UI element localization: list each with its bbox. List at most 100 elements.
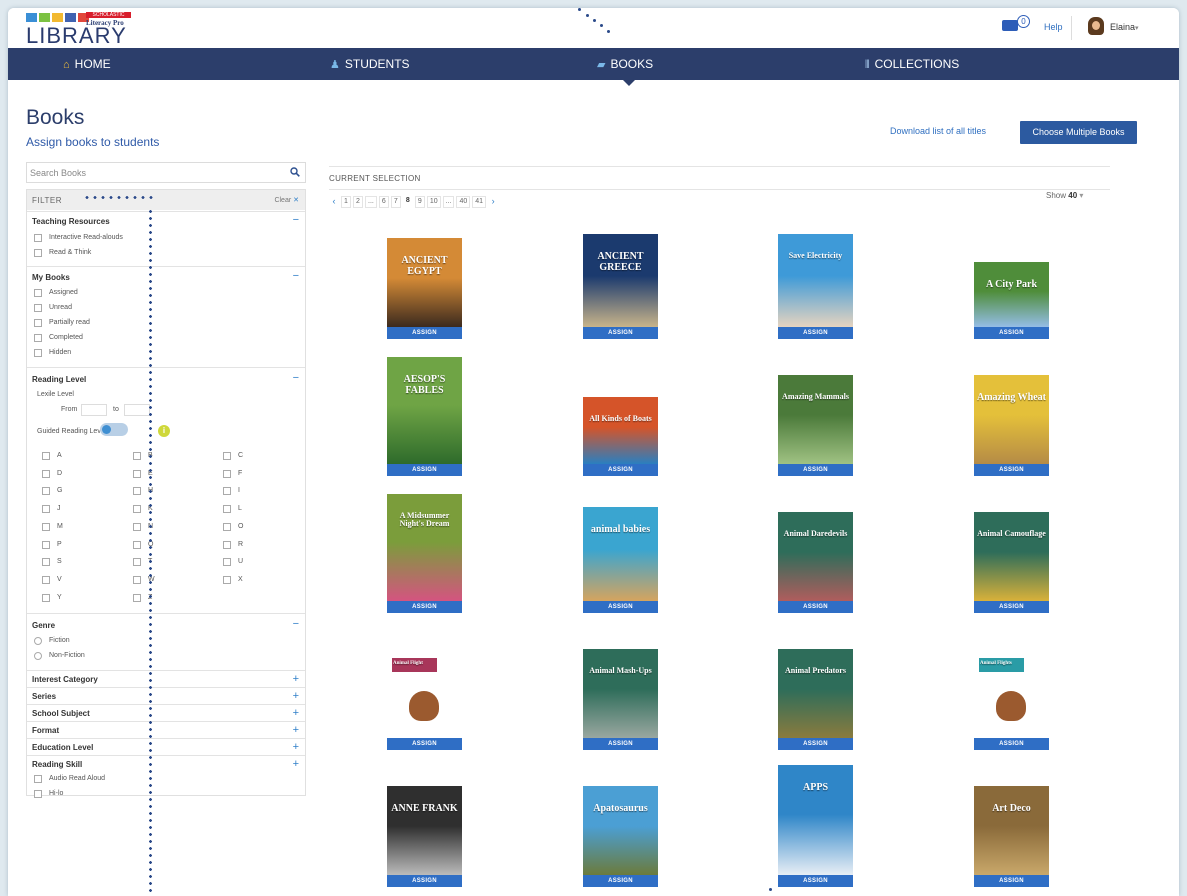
book-cover[interactable]: Art Deco bbox=[974, 786, 1049, 875]
checkbox-level-j[interactable] bbox=[42, 505, 50, 514]
book-cover[interactable]: ANCIENT GREECE bbox=[583, 234, 658, 327]
expand-icon[interactable]: + bbox=[293, 742, 299, 753]
book-card[interactable]: ANNE FRANK ASSIGN bbox=[387, 786, 462, 887]
help-link[interactable]: Help bbox=[1044, 22, 1063, 32]
nav-collections[interactable]: ⫴ COLLECTIONS bbox=[865, 48, 959, 80]
book-card[interactable]: Animal Camouflage ASSIGN bbox=[974, 512, 1049, 613]
assign-button[interactable]: ASSIGN bbox=[387, 464, 462, 476]
checkbox-level-w[interactable] bbox=[133, 575, 141, 584]
checkbox-level-r[interactable] bbox=[223, 540, 231, 549]
assign-button[interactable]: ASSIGN bbox=[974, 464, 1049, 476]
choose-multiple-books-button[interactable]: Choose Multiple Books bbox=[1020, 121, 1137, 144]
book-card[interactable]: Animal Flights ASSIGN bbox=[974, 655, 1049, 750]
checkbox-level-s[interactable] bbox=[42, 558, 50, 567]
checkbox-level-i[interactable] bbox=[223, 487, 231, 496]
checkbox-level-c[interactable] bbox=[223, 452, 231, 460]
checkbox-audio-read-aloud[interactable] bbox=[34, 775, 42, 783]
expand-icon[interactable]: + bbox=[293, 759, 299, 770]
book-cover[interactable]: Animal Predators bbox=[778, 649, 853, 738]
avatar[interactable] bbox=[1088, 17, 1104, 35]
assign-button[interactable]: ASSIGN bbox=[778, 464, 853, 476]
book-cover[interactable]: AESOP'S FABLES bbox=[387, 357, 462, 464]
assign-button[interactable]: ASSIGN bbox=[387, 738, 462, 750]
section-education-level[interactable]: Education Level + bbox=[27, 738, 305, 755]
book-cover[interactable]: Save Electricity bbox=[778, 234, 853, 327]
book-card[interactable]: AESOP'S FABLES ASSIGN bbox=[387, 357, 462, 476]
book-card[interactable]: ANCIENT EGYPT ASSIGN bbox=[387, 238, 462, 339]
download-titles-link[interactable]: Download list of all titles bbox=[890, 126, 986, 136]
book-card[interactable]: APPS ASSIGN bbox=[778, 765, 853, 887]
assign-button[interactable]: ASSIGN bbox=[387, 327, 462, 339]
checkbox-level-u[interactable] bbox=[223, 558, 231, 567]
checkbox-level-d[interactable] bbox=[42, 469, 50, 478]
section-interest-category[interactable]: Interest Category + bbox=[27, 670, 305, 687]
assign-button[interactable]: ASSIGN bbox=[583, 327, 658, 339]
clear-filters-button[interactable]: Clear ✕ bbox=[274, 196, 299, 204]
checkbox-level-q[interactable] bbox=[133, 540, 141, 549]
checkbox-level-e[interactable] bbox=[133, 469, 141, 478]
checkbox-level-f[interactable] bbox=[223, 469, 231, 478]
nav-students[interactable]: ♟ STUDENTS bbox=[330, 48, 410, 80]
checkbox-level-n[interactable] bbox=[133, 522, 141, 531]
book-cover[interactable]: Amazing Mammals bbox=[778, 375, 853, 464]
user-menu[interactable]: Elaina▾ bbox=[1110, 22, 1139, 32]
book-cover[interactable]: Animal Daredevils bbox=[778, 512, 853, 601]
page-link[interactable]: 6 bbox=[378, 196, 389, 208]
book-cover[interactable]: animal babies bbox=[583, 507, 658, 601]
checkbox-interactive-read-alouds[interactable] bbox=[34, 234, 42, 242]
book-card[interactable]: All Kinds of Boats ASSIGN bbox=[583, 397, 658, 476]
assign-button[interactable]: ASSIGN bbox=[778, 327, 853, 339]
checkbox-read-think[interactable] bbox=[34, 249, 42, 257]
page-link[interactable]: 41 bbox=[472, 196, 487, 208]
assign-button[interactable]: ASSIGN bbox=[974, 327, 1049, 339]
page-link[interactable]: 10 bbox=[426, 196, 441, 208]
lexile-to-input[interactable] bbox=[124, 404, 150, 416]
nav-home[interactable]: ⌂ HOME bbox=[63, 48, 111, 80]
assign-button[interactable]: ASSIGN bbox=[778, 601, 853, 613]
checkbox-assigned[interactable] bbox=[34, 289, 42, 297]
checkbox-level-m[interactable] bbox=[42, 522, 50, 531]
book-cover[interactable]: Apatosaurus bbox=[583, 786, 658, 875]
section-format[interactable]: Format + bbox=[27, 721, 305, 738]
assign-button[interactable]: ASSIGN bbox=[974, 601, 1049, 613]
checkbox-level-a[interactable] bbox=[42, 452, 50, 460]
assign-button[interactable]: ASSIGN bbox=[778, 875, 853, 887]
collapse-icon[interactable]: − bbox=[293, 619, 299, 630]
book-card[interactable]: animal babies ASSIGN bbox=[583, 507, 658, 613]
book-card[interactable]: Save Electricity ASSIGN bbox=[778, 234, 853, 339]
book-cover[interactable]: A Midsummer Night's Dream bbox=[387, 494, 462, 601]
checkbox-completed[interactable] bbox=[34, 334, 42, 342]
page-link[interactable]: 40 bbox=[456, 196, 471, 208]
info-icon[interactable]: i bbox=[158, 425, 170, 437]
assign-button[interactable]: ASSIGN bbox=[583, 464, 658, 476]
lexile-from-input[interactable] bbox=[81, 404, 107, 416]
book-cover[interactable]: Animal Camouflage bbox=[974, 512, 1049, 601]
book-cover[interactable]: Animal Flight bbox=[387, 655, 462, 738]
next-page-icon[interactable]: › bbox=[488, 196, 498, 208]
collapse-icon[interactable]: − bbox=[293, 215, 299, 226]
book-cover[interactable]: Animal Flights bbox=[974, 655, 1049, 738]
checkbox-level-t[interactable] bbox=[133, 558, 141, 567]
checkbox-level-z[interactable] bbox=[133, 593, 141, 602]
section-school-subject[interactable]: School Subject + bbox=[27, 704, 305, 721]
page-link[interactable]: 7 bbox=[390, 196, 401, 208]
checkbox-unread[interactable] bbox=[34, 304, 42, 312]
expand-icon[interactable]: + bbox=[293, 725, 299, 736]
book-card[interactable]: ANCIENT GREECE ASSIGN bbox=[583, 234, 658, 339]
book-cover[interactable]: Amazing Wheat bbox=[974, 375, 1049, 464]
mail-icon[interactable] bbox=[1002, 20, 1018, 31]
collapse-icon[interactable]: − bbox=[293, 271, 299, 282]
book-card[interactable]: Animal Flight ASSIGN bbox=[387, 655, 462, 750]
section-reading-skill[interactable]: Reading Skill + Audio Read Aloud Hi-lo bbox=[27, 755, 305, 798]
book-card[interactable]: Amazing Mammals ASSIGN bbox=[778, 375, 853, 476]
book-card[interactable]: Art Deco ASSIGN bbox=[974, 786, 1049, 887]
assign-button[interactable]: ASSIGN bbox=[583, 738, 658, 750]
page-link[interactable]: 8 bbox=[403, 196, 413, 208]
radio-non-fiction[interactable] bbox=[34, 652, 42, 660]
checkbox-level-h[interactable] bbox=[133, 487, 141, 496]
search-icon[interactable] bbox=[290, 167, 300, 177]
checkbox-level-k[interactable] bbox=[133, 505, 141, 514]
expand-icon[interactable]: + bbox=[293, 674, 299, 685]
checkbox-level-x[interactable] bbox=[223, 575, 231, 584]
checkbox-hidden[interactable] bbox=[34, 349, 42, 357]
